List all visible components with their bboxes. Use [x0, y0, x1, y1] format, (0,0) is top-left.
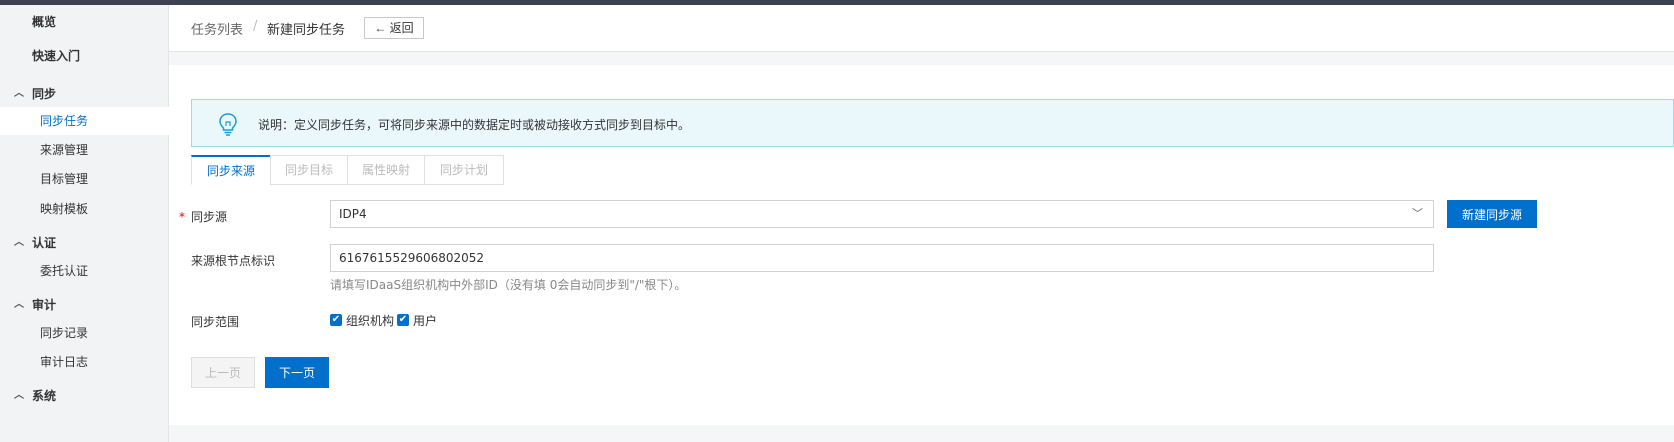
lightbulb-icon — [218, 112, 238, 139]
sidebar-item-mapping-template[interactable]: 映射模板 — [0, 195, 169, 223]
root-node-label: 来源根节点标识 — [191, 254, 276, 268]
tab-sync-target[interactable]: 同步目标 — [270, 155, 348, 185]
sidebar-group-label: 认证 — [32, 236, 57, 250]
back-button[interactable]: ← 返回 — [364, 17, 424, 39]
source-select[interactable]: IDP4 ﹀ — [330, 200, 1434, 228]
prev-page-button[interactable]: 上一页 — [191, 357, 255, 388]
scope-label: 同步范围 — [191, 315, 240, 329]
info-notice: 说明：定义同步任务，可将同步来源中的数据定时或被动接收方式同步到目标中。 — [191, 99, 1674, 147]
sidebar-item-label: 来源管理 — [40, 143, 89, 157]
sidebar-group-sync[interactable]: ︿ 同步 — [0, 80, 169, 108]
scope-user-label: 用户 — [413, 314, 438, 328]
tab-sync-source[interactable]: 同步来源 — [191, 155, 271, 185]
sidebar-group-audit[interactable]: ︿ 审计 — [0, 291, 169, 319]
sidebar-group-label: 系统 — [32, 389, 57, 403]
sidebar-item-sync-task[interactable]: 同步任务 — [0, 107, 169, 135]
main-content: 任务列表 / 新建同步任务 ← 返回 说明：定义同步任务，可将同步来源中的数据定… — [169, 5, 1674, 442]
form-panel: 说明：定义同步任务，可将同步来源中的数据定时或被动接收方式同步到目标中。 同步来… — [169, 65, 1674, 425]
sidebar-item-overview[interactable]: 概览 — [0, 8, 169, 36]
scope-user-checkbox[interactable]: ✔ — [397, 314, 409, 326]
breadcrumb-parent[interactable]: 任务列表 — [191, 19, 243, 38]
required-mark: * — [179, 210, 185, 224]
page-header: 任务列表 / 新建同步任务 ← 返回 — [169, 5, 1674, 52]
tab-attribute-mapping[interactable]: 属性映射 — [347, 155, 425, 185]
sidebar-item-label: 审计日志 — [40, 355, 89, 369]
sidebar-item-delegated-auth[interactable]: 委托认证 — [0, 257, 169, 285]
root-node-hint: 请填写IDaaS组织机构中外部ID（没有填 0会自动同步到"/"根下）。 — [330, 278, 687, 292]
sidebar-item-label: 映射模板 — [40, 202, 89, 216]
breadcrumb-separator: / — [253, 19, 258, 34]
new-source-button[interactable]: 新建同步源 — [1447, 200, 1537, 228]
sidebar-item-target-management[interactable]: 目标管理 — [0, 165, 169, 193]
source-select-value: IDP4 — [339, 207, 367, 221]
chevron-up-icon: ︿ — [14, 299, 24, 310]
sidebar-item-sync-records[interactable]: 同步记录 — [0, 319, 169, 347]
breadcrumb-current: 新建同步任务 — [267, 23, 346, 38]
sidebar-item-label: 同步记录 — [40, 326, 89, 340]
chevron-up-icon: ︿ — [14, 88, 24, 99]
sidebar-group-label: 审计 — [32, 298, 57, 312]
sidebar-item-label: 概览 — [32, 15, 57, 29]
chevron-up-icon: ︿ — [14, 237, 24, 248]
sidebar-group-system[interactable]: ︿ 系统 — [0, 382, 169, 410]
chevron-up-icon: ︿ — [14, 390, 24, 401]
root-node-value: 6167615529606802052 — [339, 251, 485, 265]
sidebar-item-label: 同步任务 — [40, 114, 89, 128]
scope-org-checkbox[interactable]: ✔ — [330, 314, 342, 326]
sidebar-item-source-management[interactable]: 来源管理 — [0, 136, 169, 164]
source-label: 同步源 — [191, 210, 228, 224]
chevron-down-icon: ﹀ — [1412, 207, 1423, 220]
sidebar-group-auth[interactable]: ︿ 认证 — [0, 229, 169, 257]
sidebar-group-label: 同步 — [32, 87, 57, 101]
root-node-input[interactable]: 6167615529606802052 — [330, 244, 1434, 272]
sidebar: 概览 快速入门 ︿ 同步 同步任务 来源管理 目标管理 映射模板 ︿ 认证 委托… — [0, 5, 169, 442]
sidebar-item-label: 目标管理 — [40, 172, 89, 186]
sidebar-item-label: 快速入门 — [32, 49, 81, 63]
scope-org-label: 组织机构 — [346, 314, 395, 328]
arrow-left-icon: ← — [374, 21, 387, 35]
sidebar-item-audit-log[interactable]: 审计日志 — [0, 348, 169, 376]
sidebar-item-quickstart[interactable]: 快速入门 — [0, 42, 169, 70]
next-page-button[interactable]: 下一页 — [265, 357, 329, 388]
back-button-label: 返回 — [389, 21, 414, 35]
sidebar-item-label: 委托认证 — [40, 264, 89, 278]
notice-text: 说明：定义同步任务，可将同步来源中的数据定时或被动接收方式同步到目标中。 — [258, 118, 691, 132]
tab-sync-schedule[interactable]: 同步计划 — [424, 155, 504, 185]
